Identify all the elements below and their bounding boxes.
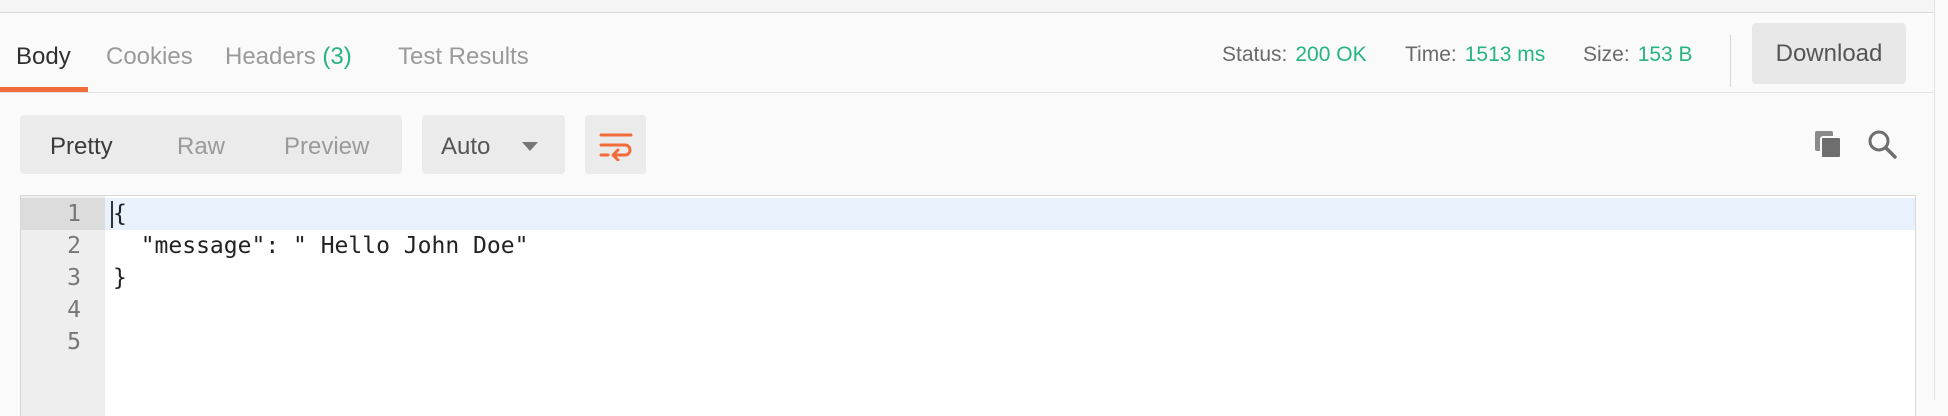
headers-count-badge: (3) (322, 43, 352, 70)
tab-test-results[interactable]: Test Results (398, 43, 529, 71)
tab-cookies[interactable]: Cookies (106, 43, 193, 71)
size-readout: Size: 153 B (1583, 43, 1693, 67)
code-line: 5 (21, 326, 1915, 358)
time-value: 1513 ms (1464, 43, 1546, 66)
response-tab-bar: Body Cookies Headers (3) Test Results St… (0, 13, 1948, 93)
code-line: 2 "message": " Hello John Doe" (21, 230, 1915, 262)
view-mode-raw[interactable]: Raw (177, 133, 225, 161)
search-icon[interactable] (1866, 128, 1898, 160)
chevron-down-icon (522, 142, 538, 151)
time-readout: Time: 1513 ms (1405, 43, 1545, 67)
line-number: 1 (21, 198, 105, 230)
format-select[interactable]: Auto (422, 115, 565, 174)
size-label: Size: (1583, 43, 1630, 66)
line-number: 5 (67, 329, 81, 355)
window-right-edge (1934, 0, 1948, 400)
active-tab-indicator (0, 87, 88, 92)
status-value: 200 OK (1295, 43, 1367, 66)
status-label: Status: (1222, 43, 1288, 66)
view-mode-switcher: Pretty Raw Preview (20, 115, 402, 174)
window-top-strip (0, 0, 1948, 13)
tab-body[interactable]: Body (16, 43, 71, 71)
code-line: 3 } (21, 262, 1915, 294)
status-readout: Status: 200 OK (1222, 43, 1367, 67)
code-text: } (113, 265, 127, 291)
code-line: 1 { (21, 198, 1915, 230)
copy-icon[interactable] (1812, 128, 1844, 160)
toolbar-divider (1730, 35, 1731, 87)
view-mode-preview[interactable]: Preview (284, 133, 369, 161)
response-body-editor[interactable]: 1 { 2 "message": " Hello John Doe" 3 } 4… (20, 195, 1916, 416)
wrap-lines-icon (599, 133, 632, 161)
tab-headers[interactable]: Headers (3) (225, 43, 352, 71)
download-button[interactable]: Download (1752, 23, 1906, 84)
wrap-lines-button[interactable] (585, 115, 646, 174)
tab-headers-label: Headers (225, 43, 316, 70)
line-number: 2 (67, 233, 81, 259)
line-number: 3 (67, 265, 81, 291)
code-text: "message": " Hello John Doe" (113, 233, 529, 259)
code-text: { (113, 201, 127, 227)
view-mode-pretty[interactable]: Pretty (50, 133, 113, 161)
code-line: 4 (21, 294, 1915, 326)
text-cursor (111, 201, 113, 228)
size-value: 153 B (1637, 43, 1693, 66)
format-select-value: Auto (441, 133, 491, 160)
time-label: Time: (1405, 43, 1457, 66)
line-number: 4 (67, 297, 81, 323)
